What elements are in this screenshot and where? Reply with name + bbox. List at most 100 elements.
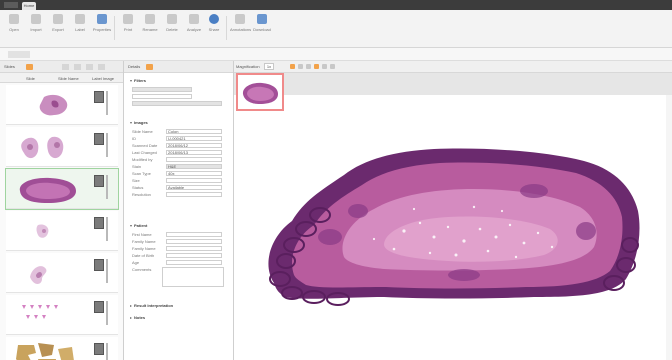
properties-icon (97, 14, 107, 24)
stain-field[interactable]: H&E (166, 164, 222, 169)
column-header-label[interactable]: Label Image (92, 76, 114, 81)
field-row: Family Name (132, 246, 228, 251)
filter-icon[interactable] (26, 64, 33, 70)
label-barcode (94, 91, 104, 103)
slide-row[interactable] (6, 85, 118, 125)
filter-row (132, 94, 228, 99)
family-name-field[interactable] (166, 239, 222, 244)
slides-column-headers: Slide Slide Name Label Image (0, 73, 123, 83)
field-row: Slide Name Colon (132, 129, 228, 134)
date-of-birth-field[interactable] (166, 253, 222, 258)
field-row: Stain H&E (132, 164, 228, 169)
field-row: Scan Type 40x (132, 171, 228, 176)
filter-field[interactable] (132, 94, 192, 99)
filter-row (132, 87, 228, 92)
family-name-field[interactable] (166, 246, 222, 251)
sort-icon[interactable] (62, 64, 69, 70)
list-view-icon[interactable] (86, 64, 93, 70)
column-header-name[interactable]: Slide Name (58, 76, 79, 81)
slide-thumbnail (16, 343, 74, 360)
section-filters[interactable]: ▾ Filters (130, 78, 146, 83)
share-button[interactable]: Share (204, 14, 224, 42)
modified-by-field[interactable] (166, 157, 222, 162)
tab-home[interactable]: Home (22, 2, 36, 10)
slide-row[interactable] (6, 337, 118, 360)
label-barcode (94, 343, 104, 355)
label-text (106, 175, 108, 199)
resolution-field[interactable] (166, 192, 222, 197)
analyze-button[interactable]: Analyze (184, 14, 204, 42)
slides-panel-title: Slides (4, 64, 15, 69)
scan-type-field[interactable]: 40x (166, 171, 222, 176)
filter-row (132, 101, 228, 106)
label-barcode (94, 133, 104, 145)
open-button[interactable]: Open (4, 14, 24, 42)
slide-viewer[interactable]: Magnification 1x (234, 61, 672, 360)
slide-name-field[interactable]: Colon (166, 129, 222, 134)
rename-button[interactable]: Rename (140, 14, 160, 42)
import-button[interactable]: Import (26, 14, 46, 42)
section-result-interpretation[interactable]: ▸ Result Interpretation (130, 303, 173, 308)
slide-row[interactable] (6, 295, 118, 335)
age-field[interactable] (166, 260, 222, 265)
label-barcode (94, 175, 104, 187)
label-barcode (94, 217, 104, 229)
status-field[interactable]: Available (166, 185, 222, 190)
field-row: Last Changed 2018/06/13 (132, 150, 228, 155)
field-row: Date of Birth (132, 253, 228, 258)
slide-thumbnail (22, 305, 58, 319)
field-row: ID U-000421 (132, 136, 228, 141)
tissue-section-image (268, 148, 640, 306)
properties-panel: Details ▾ Filters ▾ Images Slide Name Colon… (124, 61, 234, 360)
first-name-field[interactable] (166, 232, 222, 237)
delete-button[interactable]: Delete (162, 14, 182, 42)
slide-thumbnail (39, 94, 68, 116)
label-button[interactable]: Label (70, 14, 90, 42)
import-icon (31, 14, 41, 24)
folder-icon (9, 14, 19, 24)
label-barcode (94, 259, 104, 271)
globe-icon (209, 14, 219, 24)
label-text (106, 301, 108, 325)
label-text (106, 259, 108, 283)
slide-row[interactable] (6, 211, 118, 251)
slide-row-selected[interactable] (5, 168, 119, 210)
section-patient[interactable]: ▾ Patient (130, 223, 147, 228)
print-button[interactable]: Print (118, 14, 138, 42)
field-row: Scanned Date 2018/06/12 (132, 143, 228, 148)
pin-icon[interactable] (146, 64, 153, 70)
properties-panel-header: Details (124, 61, 233, 73)
field-row: Resolution (132, 192, 228, 197)
view-selector[interactable] (8, 51, 30, 58)
properties-button[interactable]: Properties (92, 14, 112, 42)
last-changed-field[interactable]: 2018/06/13 (166, 150, 222, 155)
app-menu-button[interactable] (4, 2, 18, 8)
grid-view-icon[interactable] (74, 64, 81, 70)
section-notes[interactable]: ▸ Notes (130, 315, 145, 320)
column-header-preview[interactable]: Slide (26, 76, 35, 81)
analyze-icon (189, 14, 199, 24)
ribbon-divider (114, 16, 115, 40)
size-field[interactable] (166, 178, 222, 183)
id-field[interactable]: U-000421 (166, 136, 222, 141)
label-icon (75, 14, 85, 24)
scanned-date-field[interactable]: 2018/06/12 (166, 143, 222, 148)
filter-slider[interactable] (132, 101, 222, 106)
refresh-icon[interactable] (98, 64, 105, 70)
annotations-button[interactable]: Annotations (230, 14, 251, 42)
label-text (106, 91, 108, 115)
secondary-toolbar (0, 48, 672, 61)
export-button[interactable]: Export (48, 14, 68, 42)
field-row: Modified by (132, 157, 228, 162)
section-images[interactable]: ▾ Images (130, 120, 148, 125)
slide-row[interactable] (6, 253, 118, 293)
slide-thumbnail (19, 177, 76, 203)
slide-thumbnail (21, 136, 64, 159)
slide-row[interactable] (6, 127, 118, 167)
filter-field[interactable] (132, 87, 192, 92)
ribbon-divider (226, 16, 227, 40)
download-button[interactable]: Download (252, 14, 272, 42)
field-row: Size (132, 178, 228, 183)
comments-textarea[interactable] (162, 267, 224, 287)
field-row: Family Name (132, 239, 228, 244)
